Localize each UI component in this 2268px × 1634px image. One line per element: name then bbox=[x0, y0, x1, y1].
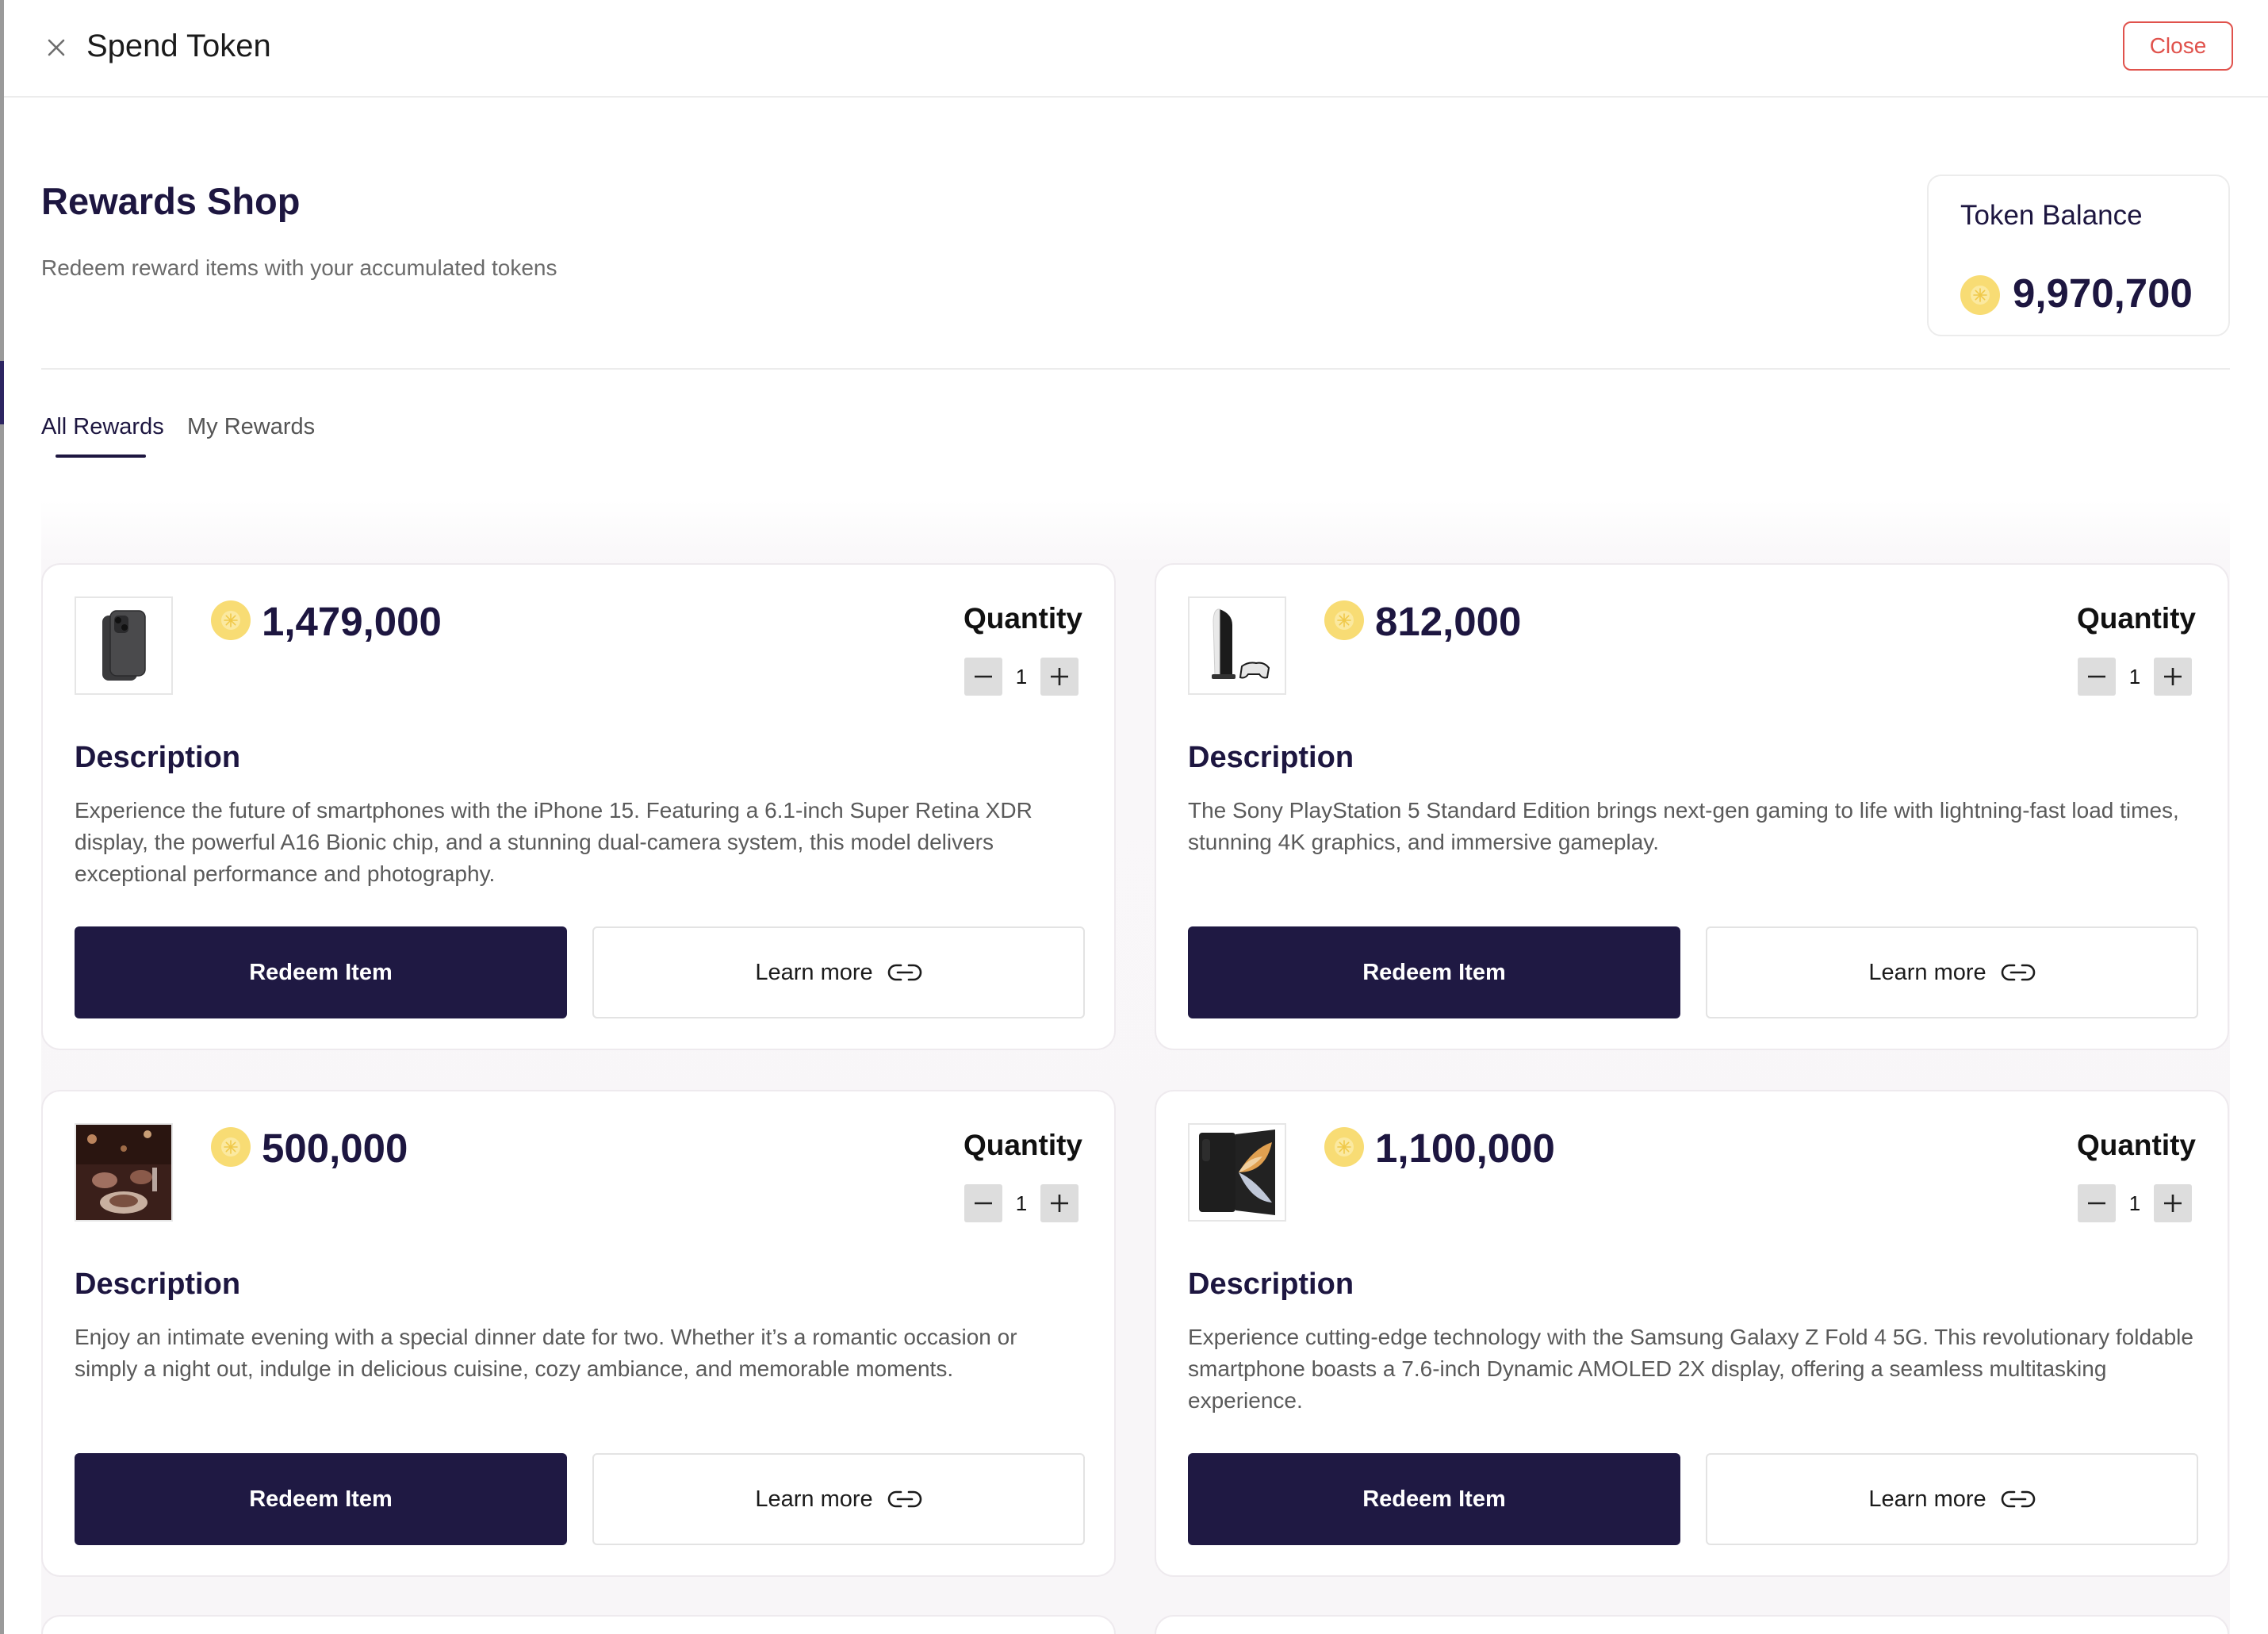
redeem-item-button[interactable]: Redeem Item bbox=[1188, 1453, 1680, 1545]
link-icon bbox=[2001, 1490, 2035, 1508]
description-heading: Description bbox=[1188, 1268, 1354, 1301]
token-balance-card: Token Balance 9,970,700 bbox=[1927, 175, 2230, 336]
learn-more-label: Learn more bbox=[1868, 1486, 1986, 1512]
token-coin-icon bbox=[211, 600, 251, 640]
reward-description: The Sony PlayStation 5 Standard Edition … bbox=[1188, 798, 2179, 854]
reward-description: Enjoy an intimate evening with a special… bbox=[75, 1325, 1017, 1381]
quantity-value: 1 bbox=[1015, 1191, 1028, 1215]
learn-more-label: Learn more bbox=[1868, 959, 1986, 985]
dialog-title: Spend Token bbox=[86, 29, 271, 63]
quantity-increase-button[interactable] bbox=[1040, 1184, 1078, 1222]
minus-icon bbox=[975, 1202, 992, 1205]
description-heading: Description bbox=[75, 741, 241, 774]
reward-description: Experience cutting-edge technology with … bbox=[1188, 1325, 2193, 1413]
quantity-label: Quantity bbox=[2076, 1129, 2196, 1161]
learn-more-label: Learn more bbox=[755, 1486, 873, 1512]
galaxy-fold-icon bbox=[1188, 1123, 1286, 1222]
quantity-value: 1 bbox=[1015, 665, 1028, 689]
redeem-item-button[interactable]: Redeem Item bbox=[75, 1453, 567, 1545]
tab-my-rewards[interactable]: My Rewards bbox=[187, 411, 315, 443]
quantity-value: 1 bbox=[2128, 665, 2141, 689]
plus-icon bbox=[2164, 1195, 2182, 1212]
token-coin-icon bbox=[1324, 1127, 1364, 1167]
token-balance-value: 9,970,700 bbox=[2013, 270, 2193, 316]
left-rail bbox=[0, 0, 4, 1634]
redeem-item-button[interactable]: Redeem Item bbox=[1188, 926, 1680, 1018]
quantity-increase-button[interactable] bbox=[2154, 1184, 2192, 1222]
left-rail-accent bbox=[0, 361, 4, 424]
learn-more-button[interactable]: Learn more bbox=[592, 1453, 1085, 1545]
reward-card: 500,000 Quantity 1 Description Enjoy an … bbox=[41, 1090, 1116, 1577]
close-button[interactable]: Close bbox=[2123, 21, 2233, 71]
learn-more-label: Learn more bbox=[755, 959, 873, 985]
tab-all-rewards[interactable]: All Rewards bbox=[41, 411, 164, 443]
dinner-icon bbox=[75, 1123, 173, 1222]
quantity-decrease-button[interactable] bbox=[2078, 1184, 2116, 1222]
token-balance-label: Token Balance bbox=[1960, 200, 2143, 231]
quantity-label: Quantity bbox=[2076, 602, 2196, 635]
link-icon bbox=[887, 964, 921, 981]
reward-card: 1,479,000 Quantity 1 Description Experie… bbox=[41, 563, 1116, 1050]
page-subtitle: Redeem reward items with your accumulate… bbox=[41, 255, 557, 280]
description-heading: Description bbox=[1188, 741, 1354, 774]
learn-more-button[interactable]: Learn more bbox=[1706, 926, 2198, 1018]
iphone-icon bbox=[75, 596, 173, 695]
quantity-label: Quantity bbox=[963, 602, 1082, 635]
dialog-header: Spend Token Close bbox=[4, 0, 2268, 98]
quantity-label: Quantity bbox=[963, 1129, 1082, 1161]
active-tab-indicator bbox=[56, 455, 146, 458]
link-icon bbox=[887, 1490, 921, 1508]
token-coin-icon bbox=[211, 1127, 251, 1167]
quantity-decrease-button[interactable] bbox=[2078, 658, 2116, 696]
playstation-icon bbox=[1188, 596, 1286, 695]
close-icon[interactable] bbox=[42, 33, 71, 62]
reward-price: 812,000 bbox=[1375, 599, 1522, 644]
plus-icon bbox=[1051, 1195, 1068, 1212]
learn-more-button[interactable]: Learn more bbox=[1706, 1453, 2198, 1545]
plus-icon bbox=[2164, 668, 2182, 685]
description-heading: Description bbox=[75, 1268, 241, 1301]
header-divider bbox=[41, 368, 2230, 370]
reward-description: Experience the future of smartphones wit… bbox=[75, 798, 1032, 886]
plus-icon bbox=[1051, 668, 1068, 685]
redeem-item-button[interactable]: Redeem Item bbox=[75, 926, 567, 1018]
reward-card: 1,100,000 Quantity 1 Description Experie… bbox=[1155, 1090, 2229, 1577]
minus-icon bbox=[2088, 675, 2105, 678]
learn-more-button[interactable]: Learn more bbox=[592, 926, 1085, 1018]
link-icon bbox=[2001, 964, 2035, 981]
spend-token-page: Spend Token Close Rewards Shop Redeem re… bbox=[0, 0, 2268, 1634]
reward-price: 1,479,000 bbox=[262, 599, 442, 644]
quantity-decrease-button[interactable] bbox=[964, 1184, 1002, 1222]
reward-card-partial bbox=[41, 1615, 1116, 1634]
reward-card: 812,000 Quantity 1 Description The Sony … bbox=[1155, 563, 2229, 1050]
reward-price: 500,000 bbox=[262, 1126, 408, 1171]
minus-icon bbox=[2088, 1202, 2105, 1205]
page-title: Rewards Shop bbox=[41, 180, 301, 222]
token-coin-icon bbox=[1960, 275, 2000, 315]
quantity-decrease-button[interactable] bbox=[964, 658, 1002, 696]
token-coin-icon bbox=[1324, 600, 1364, 640]
reward-price: 1,100,000 bbox=[1375, 1126, 1555, 1171]
quantity-value: 1 bbox=[2128, 1191, 2141, 1215]
minus-icon bbox=[975, 675, 992, 678]
reward-card-partial bbox=[1155, 1615, 2229, 1634]
quantity-increase-button[interactable] bbox=[2154, 658, 2192, 696]
quantity-increase-button[interactable] bbox=[1040, 658, 1078, 696]
